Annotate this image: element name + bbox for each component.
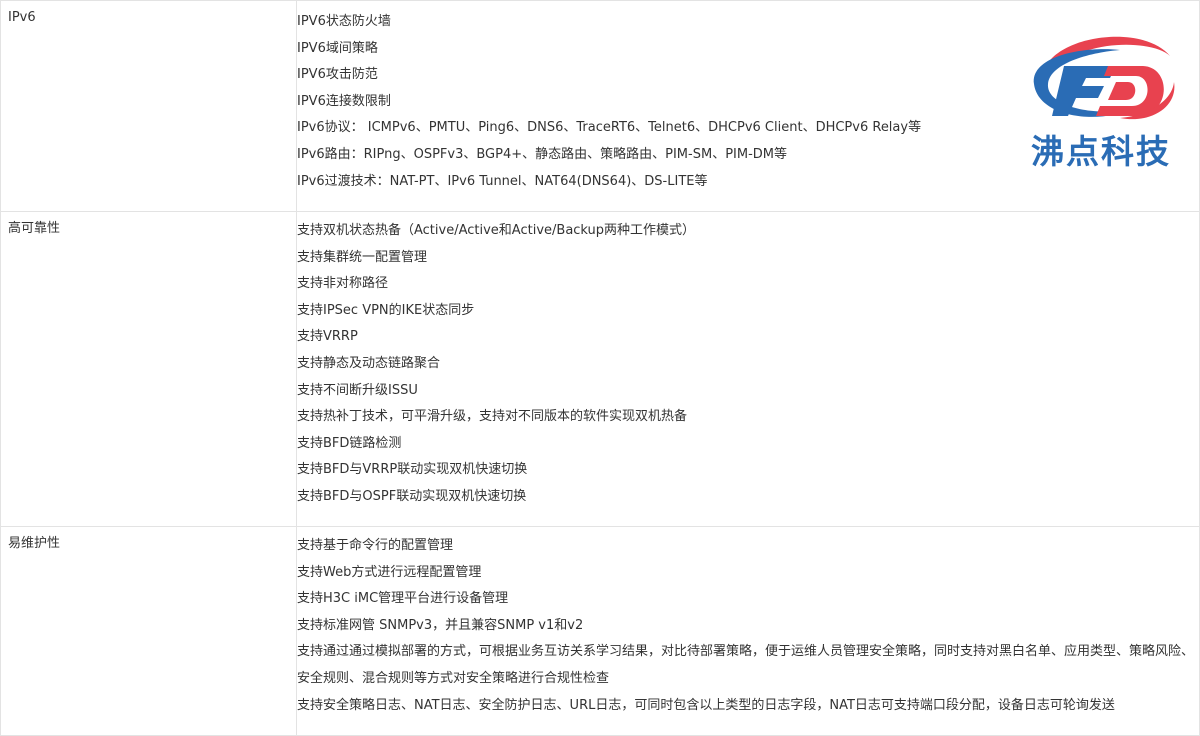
- category-label: IPv6: [8, 10, 36, 25]
- feature-item: 支持IPSec VPN的IKE状态同步: [297, 302, 475, 318]
- features-cell: 支持基于命令行的配置管理 支持Web方式进行远程配置管理 支持H3C iMC管理…: [296, 526, 1200, 736]
- fd-logo-icon: [1033, 36, 1175, 120]
- features-cell: 支持双机状态热备（Active/Active和Active/Backup两种工作…: [296, 211, 1200, 527]
- feature-item: 支持热补丁技术，可平滑升级，支持对不同版本的软件实现双机热备: [297, 409, 688, 425]
- category-cell: 高可靠性: [0, 211, 297, 527]
- feature-item: 支持BFD与OSPF联动实现双机快速切换: [297, 488, 527, 504]
- feature-item: 支持标准网管 SNMPv3，并且兼容SNMP v1和v2: [297, 617, 584, 633]
- feature-item: 支持双机状态热备（Active/Active和Active/Backup两种工作…: [297, 223, 696, 238]
- feature-item: 支持BFD与VRRP联动实现双机快速切换: [297, 462, 528, 478]
- category-label: 高可靠性: [8, 221, 61, 236]
- logo-text: 沸点科技: [1031, 132, 1171, 171]
- category-cell: 易维护性: [0, 526, 297, 736]
- feature-item: 支持H3C iMC管理平台进行设备管理: [297, 591, 509, 607]
- category-cell: IPv6: [0, 0, 297, 212]
- feature-item: 支持不间断升级ISSU: [297, 382, 418, 398]
- feature-item: 支持集群统一配置管理: [297, 249, 428, 265]
- feature-item: 支持通过通过模拟部署的方式，可根据业务互访关系学习结果，对比待部署策略，便于运维…: [297, 644, 1195, 686]
- table-row-maintainability: 易维护性 支持基于命令行的配置管理 支持Web方式进行远程配置管理 支持H3C …: [0, 526, 1200, 736]
- table-row-ipv6: IPv6 IPV6状态防火墙 IPV6域间策略 IPV6攻击防范 IPV6连接数…: [0, 0, 1200, 212]
- category-label: 易维护性: [8, 536, 61, 551]
- feature-item: 支持静态及动态链路聚合: [297, 355, 441, 371]
- feature-item: 支持VRRP: [297, 329, 358, 345]
- spec-table: IPv6 IPV6状态防火墙 IPV6域间策略 IPV6攻击防范 IPV6连接数…: [0, 0, 1200, 736]
- feature-item: 支持非对称路径: [297, 276, 389, 292]
- company-logo: 沸点科技: [1024, 26, 1178, 176]
- feature-item: 支持Web方式进行远程配置管理: [297, 564, 482, 580]
- feature-item: 支持安全策略日志、NAT日志、安全防护日志、URL日志，可同时包含以上类型的日志…: [297, 697, 1115, 713]
- feature-item: 支持基于命令行的配置管理: [297, 538, 454, 553]
- feature-item: 支持BFD链路检测: [297, 435, 402, 451]
- table-row-high-availability: 高可靠性 支持双机状态热备（Active/Active和Active/Backu…: [0, 211, 1200, 527]
